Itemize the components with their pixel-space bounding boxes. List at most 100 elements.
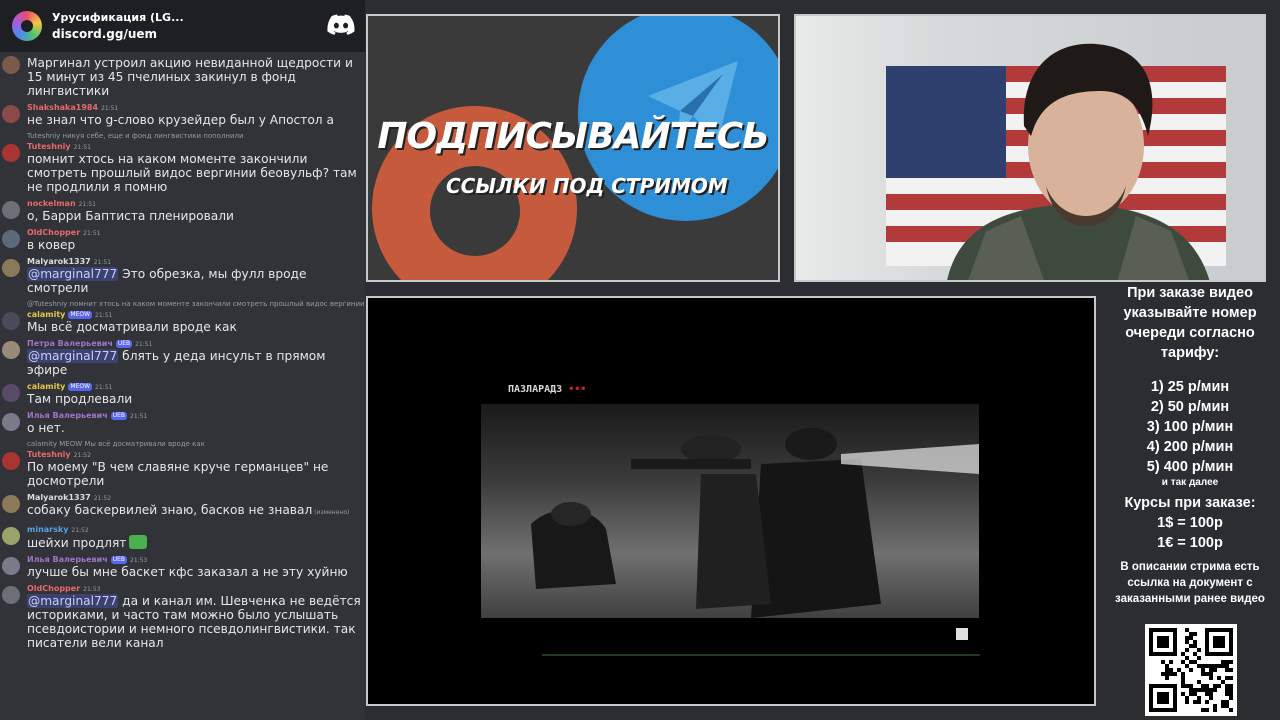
chat-message[interactable]: @Tuteshniy помнит хтось на каком моменте… (0, 299, 365, 334)
chat-message[interactable]: Shakshaka1984 21:51 не знал что g-слово кр… (0, 102, 365, 127)
message-text: Мы всё досматривали вроде как (27, 320, 365, 334)
message-timestamp: 21:52 (93, 495, 112, 502)
message-timestamp: 21:52 (71, 527, 89, 534)
avatar[interactable] (2, 341, 20, 359)
chat-message[interactable]: minarsky 21:52 шейхи продлят (0, 524, 365, 550)
price-tier: 3) 100 р/мин (1146, 419, 1234, 435)
video-player[interactable]: ПАЗЛАРАДЗ ••• (366, 296, 1096, 706)
stream-description-note: В описании стрима есть ссылка на докумен… (1115, 561, 1265, 605)
reply-preview[interactable]: @Tuteshniy помнит хтось на каком моменте… (27, 299, 365, 309)
message-timestamp: 21:51 (135, 341, 153, 348)
order-instructions: При заказе видео указывайте номер очеред… (1123, 285, 1257, 361)
message-body: Там продлевали (27, 392, 133, 406)
username[interactable]: Илья Валерьевич (27, 555, 108, 564)
user-badge: MEOW (68, 383, 93, 391)
price-tier: 5) 400 р/мин (1146, 459, 1234, 475)
username[interactable]: Shakshaka1984 (27, 103, 98, 112)
message-text: @marginal777 блять у деда инсульт в прям… (27, 349, 365, 377)
chat-message[interactable]: Илья Валерьевич UEB 21:53 лучше бы мне баск… (0, 554, 365, 579)
tiers-etc-note: и так далее (1161, 477, 1219, 488)
promo-title: ПОДПИСЫВАЙТЕСЬ (377, 116, 769, 157)
username[interactable]: OldChopper (27, 228, 80, 237)
chat-message[interactable]: Маргинал устроил акцию невиданной щедрос… (0, 56, 365, 98)
chat-message[interactable]: Malyarok1337 21:51 @marginal777 Это обрезк… (0, 256, 365, 295)
avatar[interactable] (2, 230, 20, 248)
username[interactable]: calamity (27, 382, 65, 391)
edited-label: (изменено) (312, 509, 350, 516)
avatar[interactable] (2, 495, 20, 513)
subscribe-banner: ПОДПИСЫВАЙТЕСЬ ССЫЛКИ ПОД СТРИМОМ (366, 14, 780, 282)
avatar[interactable] (2, 527, 20, 545)
user-badge: UEB (110, 556, 127, 564)
avatar[interactable] (2, 259, 20, 277)
message-text: лучше бы мне баскет кфс заказал а не эту… (27, 565, 365, 579)
message-body: помнит хтось на каком моменте закончили … (27, 152, 357, 194)
avatar[interactable] (2, 586, 20, 604)
chat-message[interactable]: Илья Валерьевич UEB 21:51 о нет. (0, 410, 365, 435)
video-progress-line (542, 654, 980, 656)
avatar[interactable] (2, 452, 20, 470)
video-channel-logo: ПАЗЛАРАДЗ ••• (508, 384, 587, 395)
video-frame-soldiers (481, 404, 979, 618)
message-text: о, Барри Баптиста пленировали (27, 209, 365, 223)
user-mention[interactable]: @marginal777 (27, 349, 119, 363)
chat-message[interactable]: nockelman 21:51 о, Барри Баптиста плениров… (0, 198, 365, 223)
avatar[interactable] (2, 312, 20, 330)
message-body: не знал что g-слово крузейдер был у Апос… (27, 113, 334, 127)
username[interactable]: minarsky (27, 525, 68, 534)
server-invite-link[interactable]: discord.gg/uem (52, 26, 184, 42)
avatar[interactable] (2, 413, 20, 431)
message-timestamp: 21:51 (78, 201, 96, 208)
avatar[interactable] (2, 557, 20, 575)
server-icon (12, 11, 42, 41)
user-badge: UEB (110, 412, 127, 420)
message-timestamp: 21:53 (130, 557, 148, 564)
message-text: собаку баскервилей знаю, басков не знава… (27, 503, 365, 520)
message-timestamp: 21:51 (93, 259, 112, 266)
chat-message-list[interactable]: Маргинал устроил акцию невиданной щедрос… (0, 56, 365, 654)
username[interactable]: Malyarok1337 (27, 493, 91, 502)
message-timestamp: 21:51 (95, 312, 113, 319)
message-body: о, Барри Баптиста пленировали (27, 209, 234, 223)
message-text: не знал что g-слово крузейдер был у Апос… (27, 113, 365, 127)
message-body: лучше бы мне баскет кфс заказал а не эту… (27, 565, 348, 579)
reply-preview[interactable]: calamity MEOW Мы всё досматривали вроде … (27, 439, 365, 449)
avatar[interactable] (2, 384, 20, 402)
avatar[interactable] (2, 144, 20, 162)
message-text: помнит хтось на каком моменте закончили … (27, 152, 365, 194)
user-badge: UEB (115, 340, 133, 348)
username[interactable]: Malyarok1337 (27, 257, 91, 266)
username[interactable]: OldChopper (27, 584, 80, 593)
message-body: собаку баскервилей знаю, басков не знава… (27, 503, 313, 517)
qr-code-image (1145, 624, 1237, 716)
message-text: о нет. (27, 421, 365, 435)
message-body: в ковер (27, 238, 76, 252)
username[interactable]: Tuteshniy (27, 450, 71, 459)
user-mention[interactable]: @marginal777 (27, 267, 119, 281)
discord-server-bar[interactable]: Урусификация (LG... discord.gg/uem (0, 0, 365, 52)
message-timestamp: 21:53 (83, 586, 101, 593)
discord-icon (327, 14, 355, 35)
reply-preview[interactable]: Tuteshniy никуя себе, еще и фонд лингвис… (27, 131, 365, 141)
chat-message[interactable]: Петра Валерьевич UEB 21:51 @marginal777 бля… (0, 338, 365, 377)
chat-message[interactable]: calamity MEOW 21:51 Там продлевали (0, 381, 365, 406)
chat-message[interactable]: Tuteshniy никуя себе, еще и фонд лингвис… (0, 131, 365, 194)
avatar[interactable] (2, 105, 20, 123)
chat-message[interactable]: calamity MEOW Мы всё досматривали вроде … (0, 439, 365, 488)
username[interactable]: Петра Валерьевич (27, 339, 113, 348)
chat-message[interactable]: Malyarok1337 21:52 собаку баскервилей знаю… (0, 492, 365, 520)
username[interactable]: nockelman (27, 199, 76, 208)
username[interactable]: Tuteshniy (27, 142, 71, 151)
message-text: Маргинал устроил акцию невиданной щедрос… (27, 56, 365, 98)
message-timestamp: 21:51 (83, 230, 101, 237)
avatar[interactable] (2, 56, 20, 74)
username[interactable]: Илья Валерьевич (27, 411, 108, 420)
price-tier-list: 1) 25 р/мин 2) 50 р/мин 3) 100 р/мин 4) 200… (1100, 377, 1280, 477)
message-body: По моему "В чем славяне круче германцев"… (27, 460, 329, 488)
user-mention[interactable]: @marginal777 (27, 594, 119, 608)
chat-message[interactable]: OldChopper 21:51 в ковер (0, 227, 365, 252)
avatar[interactable] (2, 201, 20, 219)
chat-message[interactable]: OldChopper 21:53 @marginal777 да и канал и… (0, 583, 365, 650)
username[interactable]: calamity (27, 310, 65, 319)
pepe-emoji-icon (129, 535, 148, 549)
